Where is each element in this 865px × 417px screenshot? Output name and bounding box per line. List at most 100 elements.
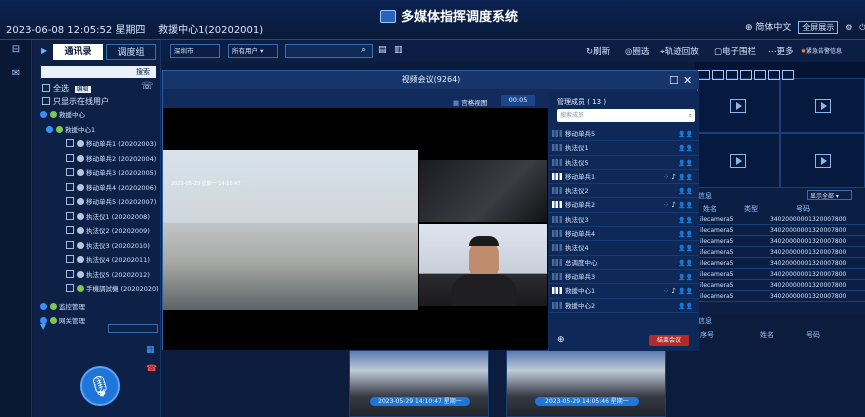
layout-8-icon[interactable]: [740, 70, 752, 80]
member-row[interactable]: 移动单兵1 ⁘ ♪ 👤👤: [549, 170, 699, 185]
member-remove-icon[interactable]: 👤: [686, 202, 693, 209]
layout-9-icon[interactable]: [754, 70, 766, 80]
table-row[interactable]: ilecamera5 34020000001320007800: [698, 225, 865, 236]
member-call-icon[interactable]: 👤: [678, 131, 685, 138]
tree-item-checkbox[interactable]: [66, 284, 74, 292]
member-row[interactable]: 移动单兵2 ⁘ ♪ 👤👤: [549, 198, 699, 213]
table-row[interactable]: ilecamera5 34020000001320007800: [698, 236, 865, 247]
member-call-icon[interactable]: 👤: [678, 160, 685, 167]
member-remove-icon[interactable]: 👤: [686, 160, 693, 167]
contacts-icon[interactable]: ⊟: [9, 44, 23, 56]
close-icon[interactable]: ✕: [683, 74, 692, 87]
select-all-checkbox[interactable]: [42, 84, 50, 92]
select-all-row[interactable]: 全选 编辑: [42, 83, 91, 94]
add-member-icon[interactable]: ⊕: [557, 335, 565, 345]
member-call-icon[interactable]: 👤: [678, 188, 685, 195]
member-remove-icon[interactable]: 👤: [686, 188, 693, 195]
member-remove-icon[interactable]: 👤: [686, 131, 693, 138]
contacts-search-button[interactable]: 搜索: [130, 66, 156, 78]
video-cell[interactable]: [695, 133, 780, 188]
member-row[interactable]: 执法仪4 👤👤: [549, 241, 699, 256]
tree-item[interactable]: 救援中心: [38, 108, 160, 123]
tree-filter-select[interactable]: [108, 324, 158, 333]
display-filter-select[interactable]: 显示全部 ▾: [807, 190, 852, 200]
table-row[interactable]: ilecamera5 34020000001320007800: [698, 214, 865, 225]
microphone-button[interactable]: 🎙: [80, 366, 120, 406]
member-remove-icon[interactable]: 👤: [686, 288, 693, 295]
phone-icon[interactable]: ☏: [141, 81, 154, 92]
member-call-icon[interactable]: 👤: [678, 288, 685, 295]
online-only-row[interactable]: 只显示在线用户: [42, 96, 109, 107]
tree-item[interactable]: 手機調試機 (20202020): [38, 282, 160, 297]
map-icon[interactable]: ▤: [378, 45, 387, 55]
member-row[interactable]: 救援中心2 👤👤: [549, 299, 699, 313]
table-row[interactable]: ilecamera5 34020000001320007800: [698, 269, 865, 280]
member-remove-icon[interactable]: 👤: [686, 231, 693, 238]
tree-item[interactable]: 移动单兵2 (20202004): [38, 152, 160, 167]
member-call-icon[interactable]: 👤: [678, 145, 685, 152]
video-feed-person[interactable]: [419, 224, 547, 306]
circle-select-button[interactable]: ◎圈选: [625, 45, 649, 57]
tree-item[interactable]: 移动单兵4 (20202006): [38, 181, 160, 196]
end-conference-button[interactable]: 结束会议: [649, 335, 689, 346]
maximize-icon[interactable]: ☐: [669, 74, 679, 87]
member-call-icon[interactable]: 👤: [678, 202, 685, 209]
layout-1-icon[interactable]: [698, 70, 710, 80]
tree-item-checkbox[interactable]: [66, 211, 74, 220]
tree-item[interactable]: 执法仪1 (20202008): [38, 210, 160, 225]
layout-6-icon[interactable]: [726, 70, 738, 80]
more-button[interactable]: ⋯更多: [768, 45, 794, 57]
expand-toggle-icon[interactable]: [40, 302, 47, 310]
video-feed-main[interactable]: 2023-05-29 星期一 14:10:47: [163, 150, 418, 310]
video-feed-keyboard[interactable]: [419, 160, 547, 222]
hangup-icon[interactable]: ☎: [146, 364, 157, 374]
member-call-icon[interactable]: 👤: [678, 217, 685, 224]
member-row[interactable]: 执法仪3 👤👤: [549, 213, 699, 228]
map-search-icon[interactable]: ⌕: [361, 45, 366, 55]
tree-item[interactable]: 执法仪4 (20202011): [38, 253, 160, 268]
member-row[interactable]: 执法仪5 👤👤: [549, 156, 699, 170]
tree-item[interactable]: 执法仪2 (20202009): [38, 224, 160, 239]
online-only-checkbox[interactable]: [42, 97, 50, 105]
member-row[interactable]: 移动单兵3 👤👤: [549, 270, 699, 285]
collapse-icon[interactable]: ▼: [40, 322, 46, 331]
edit-badge[interactable]: 编辑: [74, 86, 91, 93]
table-row[interactable]: ilecamera5 34020000001320007800: [698, 258, 865, 269]
tree-item[interactable]: 移动单兵5 (20202007): [38, 195, 160, 210]
video-cell[interactable]: [695, 78, 780, 133]
refresh-button[interactable]: ↻刷新: [586, 45, 610, 57]
member-row[interactable]: 移动单兵5 👤👤: [549, 127, 699, 142]
tree-item-checkbox[interactable]: [66, 240, 74, 249]
member-row[interactable]: 移动单兵4 👤👤: [549, 227, 699, 242]
tree-item-checkbox[interactable]: [66, 182, 74, 191]
tree-item-checkbox[interactable]: [66, 139, 74, 147]
tree-item-checkbox[interactable]: [66, 269, 74, 278]
snapshot-thumbnail[interactable]: 2023-05-29 14:05:46 星期一: [506, 350, 666, 417]
tree-item[interactable]: 执法仪5 (20202012): [38, 268, 160, 283]
member-call-icon[interactable]: 👤: [678, 231, 685, 238]
member-search-input[interactable]: 搜索成员 ⌕: [557, 109, 695, 122]
grid-view-icon[interactable]: ▦: [146, 345, 155, 355]
video-cell[interactable]: [780, 78, 865, 133]
member-remove-icon[interactable]: 👤: [686, 174, 693, 181]
tree-item-checkbox[interactable]: [66, 153, 74, 162]
contacts-search-input[interactable]: [41, 66, 131, 78]
member-row[interactable]: 救援中心1 ⁘ ♪ 👤👤: [549, 284, 699, 299]
member-call-icon[interactable]: 👤: [678, 174, 685, 181]
member-call-icon[interactable]: 👤: [678, 303, 685, 310]
power-icon[interactable]: ⏻: [859, 23, 865, 32]
map-search-input[interactable]: [285, 44, 373, 58]
grid-view-toggle[interactable]: ▦ 宫格视图: [453, 97, 487, 107]
snapshot-thumbnail[interactable]: 2023-05-29 14:10:47 星期一: [349, 350, 489, 417]
tree-item-checkbox[interactable]: [66, 197, 74, 205]
tree-item-checkbox[interactable]: [66, 255, 74, 263]
member-remove-icon[interactable]: 👤: [686, 145, 693, 152]
tree-item[interactable]: 移动单兵1 (20202003): [38, 137, 160, 152]
tree-item[interactable]: 执法仪3 (20202010): [38, 239, 160, 254]
layout-4-icon[interactable]: [712, 70, 724, 80]
user-type-select[interactable]: 所有用户 ▾: [228, 44, 278, 58]
video-cell[interactable]: [780, 133, 865, 188]
tree-item[interactable]: 救援中心1: [38, 123, 160, 138]
member-remove-icon[interactable]: 👤: [686, 245, 693, 252]
message-icon[interactable]: ✉: [9, 68, 23, 80]
